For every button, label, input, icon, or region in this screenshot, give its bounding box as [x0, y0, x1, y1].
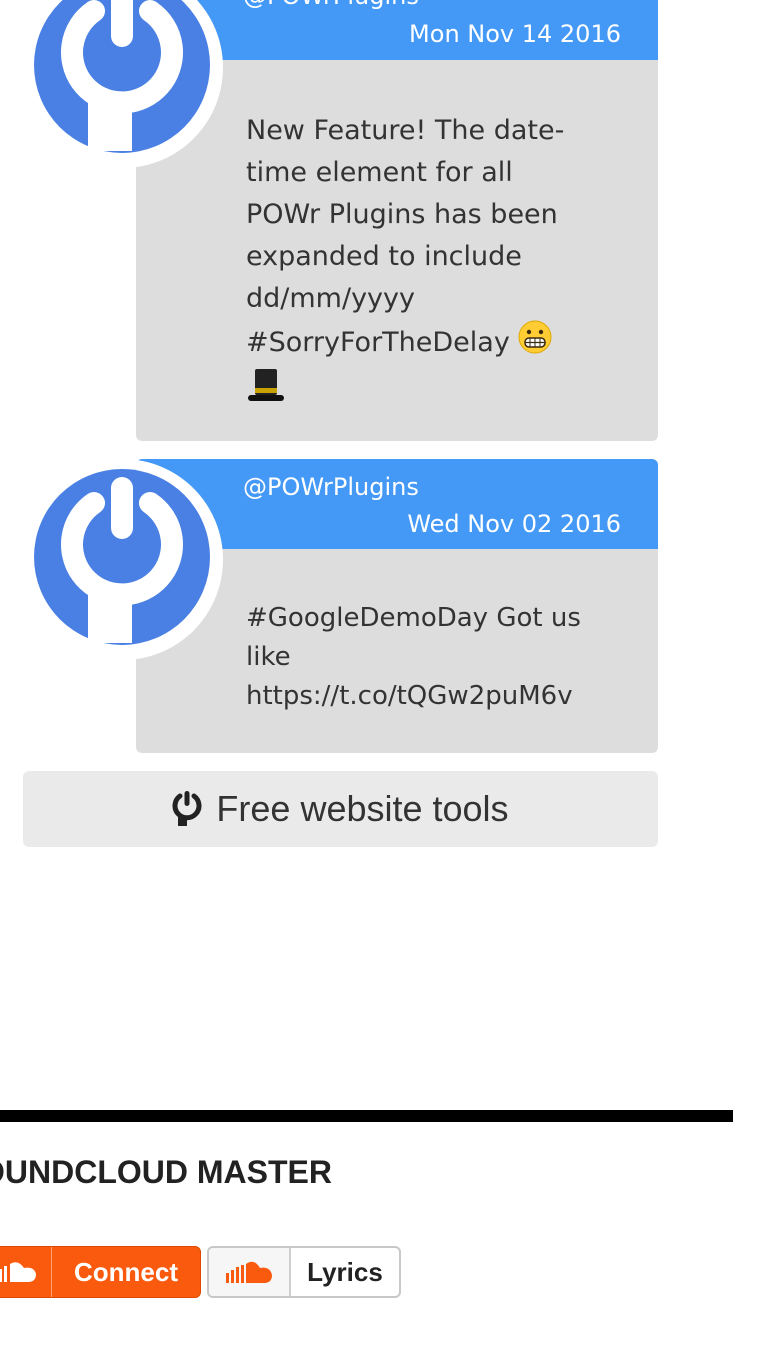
tweet-text-line: like	[246, 642, 291, 672]
powr-avatar[interactable]	[22, 459, 223, 660]
tweet-body: New Feature! The date- time element for …	[136, 60, 658, 441]
tweet-text-line: time element for all	[246, 157, 513, 188]
hashtag-link[interactable]: #SorryForTheDelay	[246, 327, 510, 358]
widget-title: OUNDCLOUD MASTER	[0, 1154, 332, 1190]
tweet-text-line: POWr Plugins has been	[246, 199, 558, 230]
powr-plug-icon	[172, 791, 202, 826]
top-hat-emoji	[246, 367, 286, 416]
tweet-text-line: #SorryForTheDelay	[246, 320, 606, 367]
tweet-text-line: expanded to include	[246, 241, 522, 272]
soundcloud-connect-button[interactable]: Connect	[0, 1246, 201, 1298]
powr-logo-icon	[34, 0, 210, 153]
tweet-text-line: dd/mm/yyyy	[246, 283, 415, 314]
free-website-tools-label: Free website tools	[216, 788, 509, 829]
powr-logo-icon	[34, 469, 210, 645]
tweet-text-line: #GoogleDemoDay Got us	[246, 603, 581, 633]
soundcloud-lyrics-button[interactable]: Lyrics	[207, 1246, 401, 1298]
grimacing-face-emoji	[518, 320, 552, 367]
free-website-tools-button[interactable]: Free website tools	[23, 771, 658, 847]
tweet-date: Mon Nov 14 2016	[409, 20, 621, 48]
soundcloud-icon	[209, 1248, 291, 1296]
tweet-card: @POWrPlugins Wed Nov 02 2016 #GoogleDemo…	[0, 459, 772, 753]
section-divider	[0, 1110, 733, 1122]
tweet-card: @POWrPlugins Mon Nov 14 2016 New Feature…	[0, 0, 772, 441]
tweet-text-line	[246, 367, 606, 416]
tweet-date: Wed Nov 02 2016	[407, 510, 621, 538]
tweet-text-line: New Feature! The date-	[246, 115, 565, 146]
soundcloud-connect-label: Connect	[74, 1256, 178, 1287]
tweet-text: New Feature! The date- time element for …	[246, 110, 606, 416]
tweet-handle[interactable]: @POWrPlugins	[243, 0, 419, 10]
soundcloud-icon	[0, 1247, 52, 1297]
powr-avatar[interactable]	[22, 0, 223, 168]
tweet-text: #GoogleDemoDay Got us like https://t.co/…	[246, 599, 606, 716]
soundcloud-lyrics-label: Lyrics	[307, 1256, 383, 1287]
tweet-link[interactable]: https://t.co/tQGw2puM6v	[246, 677, 606, 716]
tweet-handle[interactable]: @POWrPlugins	[243, 473, 419, 501]
